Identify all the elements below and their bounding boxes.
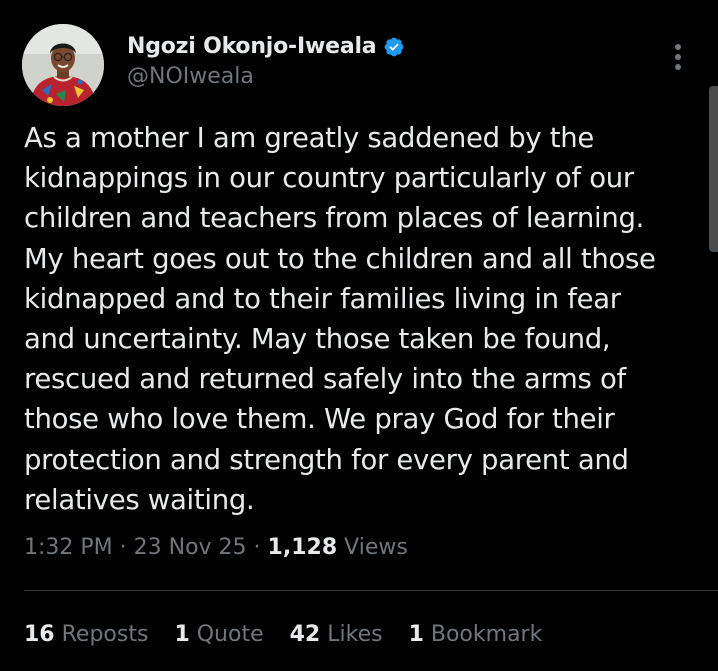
bookmarks-stat[interactable]: 1 Bookmark — [409, 622, 543, 647]
author-handle[interactable]: @NOIweala — [127, 64, 254, 89]
more-dot — [675, 64, 681, 70]
views-count: 1,128 — [267, 535, 338, 560]
likes-count: 42 — [289, 622, 321, 647]
tweet-text: As a mother I am greatly saddened by the… — [24, 122, 656, 516]
more-options-button[interactable] — [666, 40, 690, 74]
more-dot — [675, 54, 681, 60]
engagement-stats: 16 Reposts 1 Quote 42 Likes 1 Bookmark — [24, 622, 568, 647]
author-name-row[interactable]: Ngozi Okonjo-Iweala — [127, 34, 405, 59]
tweet-detail: Ngozi Okonjo-Iweala @NOIweala As a mothe… — [0, 0, 718, 671]
profile-photo-icon — [22, 24, 104, 106]
quotes-label: Quote — [189, 622, 264, 647]
avatar[interactable] — [22, 24, 104, 106]
tweet-date[interactable]: 23 Nov 25 — [134, 535, 247, 560]
tweet-time[interactable]: 1:32 PM — [24, 535, 113, 560]
bookmarks-label: Bookmark — [423, 622, 543, 647]
reposts-count: 16 — [24, 622, 55, 647]
divider — [24, 590, 718, 591]
tweet-meta: 1:32 PM · 23 Nov 25 · 1,128 Views — [24, 535, 408, 560]
quotes-count: 1 — [174, 622, 190, 647]
scrollbar[interactable] — [709, 86, 718, 252]
author-display-name[interactable]: Ngozi Okonjo-Iweala — [127, 34, 377, 59]
bookmarks-count: 1 — [408, 622, 424, 647]
likes-stat[interactable]: 42 Likes — [290, 622, 383, 647]
meta-separator: · — [112, 535, 134, 560]
views-label: Views — [337, 535, 408, 560]
verified-badge-icon[interactable] — [383, 36, 405, 58]
likes-label: Likes — [320, 622, 383, 647]
reposts-stat[interactable]: 16 Reposts — [24, 622, 148, 647]
more-vertical-icon — [675, 44, 681, 50]
meta-separator: · — [246, 535, 268, 560]
quotes-stat[interactable]: 1 Quote — [174, 622, 263, 647]
reposts-label: Reposts — [54, 622, 149, 647]
